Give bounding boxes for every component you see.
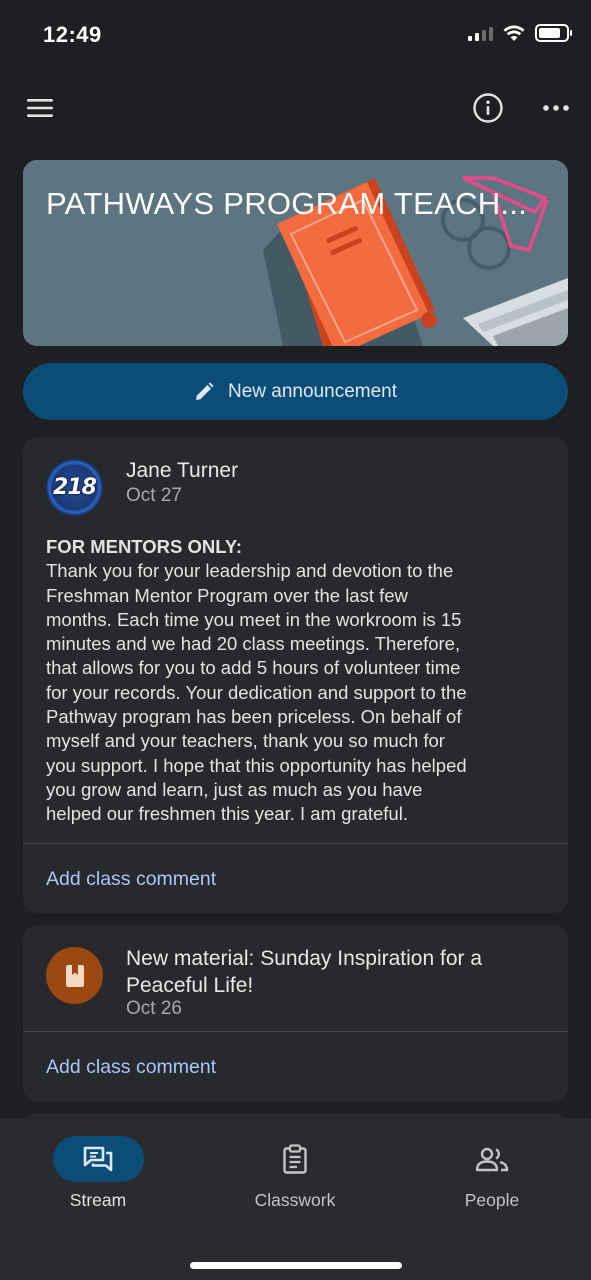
material-title: New material: Sunday Inspiration for a P… xyxy=(126,945,556,999)
cellular-signal-icon xyxy=(468,25,493,41)
material-title-line: Peaceful Life! xyxy=(126,974,254,997)
status-bar: 12:49 xyxy=(0,0,591,70)
material-title-line: New material: Sunday Inspiration for a xyxy=(126,947,483,970)
menu-button[interactable] xyxy=(24,92,56,124)
class-banner[interactable]: PATHWAYS PROGRAM TEACH... xyxy=(23,160,568,346)
post-line: Pathway program has been priceless. On b… xyxy=(46,706,462,728)
nav-classwork-indicator xyxy=(250,1136,341,1182)
post-line: you grow and learn, just as much as you … xyxy=(46,778,423,800)
battery-icon xyxy=(535,24,572,42)
info-button[interactable] xyxy=(470,90,506,126)
add-class-comment-link[interactable]: Add class comment xyxy=(46,868,216,891)
post-date: Oct 26 xyxy=(126,998,182,1019)
nav-classwork-label: Classwork xyxy=(254,1190,336,1210)
post-line: myself and your teachers, thank you so m… xyxy=(46,730,445,752)
status-icons xyxy=(468,24,572,42)
post-body: FOR MENTORS ONLY: Thank you for your lea… xyxy=(46,535,551,827)
divider xyxy=(23,1031,568,1032)
post-line: you support. I hope that this opportunit… xyxy=(46,754,467,776)
nav-classwork[interactable]: Classwork xyxy=(215,1136,375,1211)
nav-people-indicator xyxy=(447,1136,538,1182)
stream-chat-icon xyxy=(83,1146,113,1172)
class-title: PATHWAYS PROGRAM TEACH... xyxy=(46,186,528,221)
post-heading: FOR MENTORS ONLY: xyxy=(46,536,242,557)
people-icon xyxy=(475,1147,509,1172)
author-name: Jane Turner xyxy=(126,459,239,482)
more-options-button[interactable] xyxy=(540,92,572,124)
nav-people[interactable]: People xyxy=(412,1136,572,1211)
post-line: months. Each time you meet in the workro… xyxy=(46,608,462,630)
material-avatar xyxy=(46,947,103,1004)
nav-people-label: People xyxy=(464,1190,520,1210)
pencil-icon xyxy=(196,381,214,400)
material-card[interactable]: New material: Sunday Inspiration for a P… xyxy=(23,925,568,1101)
new-announcement-button[interactable]: New announcement xyxy=(23,363,568,420)
nav-stream-indicator xyxy=(52,1136,144,1182)
nav-stream[interactable]: Stream xyxy=(18,1136,178,1211)
status-time: 12:49 xyxy=(43,22,102,47)
more-horizontal-icon xyxy=(543,105,569,111)
divider xyxy=(23,843,568,844)
post-line: helped our freshmen this year. I am grat… xyxy=(46,803,408,825)
post-line: Thank you for your leadership and devoti… xyxy=(46,560,454,582)
announcement-card[interactable]: 218 Jane Turner Oct 27 FOR MENTORS ONLY:… xyxy=(23,437,568,913)
post-date: Oct 27 xyxy=(126,485,182,506)
wifi-icon xyxy=(503,25,525,41)
post-line: that allows for you to add 5 hours of vo… xyxy=(46,657,461,679)
nav-stream-label: Stream xyxy=(69,1190,127,1210)
post-line: for your records. Your dedication and su… xyxy=(46,681,467,703)
clipboard-icon xyxy=(283,1144,307,1174)
post-line: Freshman Mentor Program over the last fe… xyxy=(46,584,408,606)
info-icon xyxy=(473,93,503,123)
post-line: minutes and we had 20 class meetings. Th… xyxy=(46,633,461,655)
avatar-text: 218 xyxy=(53,475,97,500)
book-icon xyxy=(65,964,84,987)
hamburger-menu-icon xyxy=(27,99,53,117)
bottom-navigation: Stream Classwork People xyxy=(0,1118,591,1280)
author-avatar: 218 xyxy=(46,459,103,516)
new-announcement-label: New announcement xyxy=(228,380,397,402)
add-class-comment-link[interactable]: Add class comment xyxy=(46,1056,216,1079)
app-bar xyxy=(0,86,591,132)
home-indicator[interactable] xyxy=(190,1262,402,1269)
